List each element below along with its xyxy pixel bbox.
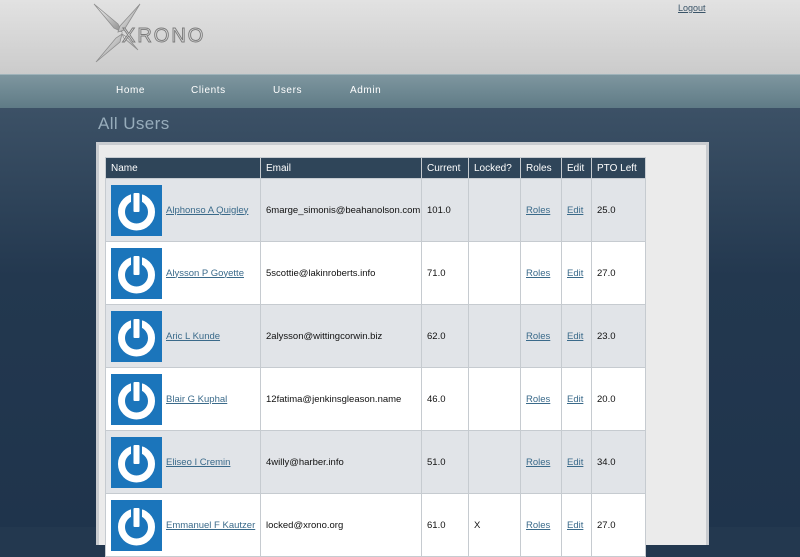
edit-link[interactable]: Edit: [567, 331, 583, 342]
col-roles: Roles: [520, 157, 562, 179]
pto-left-cell: 34.0: [591, 430, 646, 494]
col-current: Current: [421, 157, 469, 179]
power-icon: [118, 253, 155, 293]
col-pto-left: PTO Left: [591, 157, 646, 179]
col-locked: Locked?: [468, 157, 521, 179]
locked-cell: [468, 367, 521, 431]
roles-cell: Roles: [520, 430, 562, 494]
edit-link[interactable]: Edit: [567, 457, 583, 468]
table-row: Aric L Kunde 2alysson@wittingcorwin.biz 62…: [105, 304, 646, 368]
name-cell: Blair G Kuphal: [105, 367, 261, 431]
name-cell: Eliseo I Cremin: [105, 430, 261, 494]
current-cell: 62.0: [421, 304, 469, 368]
email-cell: 6marge_simonis@beahanolson.com: [260, 178, 422, 242]
locked-cell: [468, 430, 521, 494]
edit-cell: Edit: [561, 241, 592, 305]
table-row: Emmanuel F Kautzer locked@xrono.org 61.0 X R…: [105, 493, 646, 557]
email-cell: 4willy@harber.info: [260, 430, 422, 494]
roles-cell: Roles: [520, 493, 562, 557]
current-cell: 101.0: [421, 178, 469, 242]
edit-link[interactable]: Edit: [567, 205, 583, 216]
edit-cell: Edit: [561, 178, 592, 242]
nav-users[interactable]: Users: [273, 85, 302, 96]
roles-cell: Roles: [520, 367, 562, 431]
current-cell: 71.0: [421, 241, 469, 305]
page-title: All Users: [98, 114, 170, 133]
avatar: [111, 499, 162, 551]
header: XRONO Logout: [0, 0, 800, 74]
avatar: [111, 184, 162, 236]
name-cell: Alysson P Goyette: [105, 241, 261, 305]
nav-home[interactable]: Home: [116, 85, 145, 96]
xrono-logo[interactable]: XRONO: [92, 2, 252, 64]
col-edit: Edit: [561, 157, 592, 179]
edit-link[interactable]: Edit: [567, 520, 583, 531]
email-cell: locked@xrono.org: [260, 493, 422, 557]
current-cell: 46.0: [421, 367, 469, 431]
power-icon: [118, 379, 155, 419]
edit-cell: Edit: [561, 304, 592, 368]
name-cell: Aric L Kunde: [105, 304, 261, 368]
pto-left-cell: 25.0: [591, 178, 646, 242]
pto-left-cell: 20.0: [591, 367, 646, 431]
table-row: Alysson P Goyette 5scottie@lakinroberts.i…: [105, 241, 646, 305]
name-cell: Emmanuel F Kautzer: [105, 493, 261, 557]
edit-cell: Edit: [561, 430, 592, 494]
avatar: [111, 247, 162, 299]
current-cell: 51.0: [421, 430, 469, 494]
nav-admin[interactable]: Admin: [350, 85, 381, 96]
table-row: Eliseo I Cremin 4willy@harber.info 51.0 Rol…: [105, 430, 646, 494]
email-cell: 5scottie@lakinroberts.info: [260, 241, 422, 305]
locked-cell: X: [468, 493, 521, 557]
power-icon: [118, 505, 155, 545]
user-name-link[interactable]: Blair G Kuphal: [166, 394, 227, 405]
table-row: Blair G Kuphal 12fatima@jenkinsgleason.na…: [105, 367, 646, 431]
roles-link[interactable]: Roles: [526, 205, 550, 216]
svg-text:XRONO: XRONO: [122, 25, 205, 47]
locked-cell: [468, 241, 521, 305]
power-icon: [118, 190, 155, 230]
table-row: Alphonso A Quigley 6marge_simonis@beahano…: [105, 178, 646, 242]
roles-cell: Roles: [520, 241, 562, 305]
user-name-link[interactable]: Aric L Kunde: [166, 331, 220, 342]
edit-link[interactable]: Edit: [567, 394, 583, 405]
pto-left-cell: 27.0: [591, 493, 646, 557]
pto-left-cell: 27.0: [591, 241, 646, 305]
name-cell: Alphonso A Quigley: [105, 178, 261, 242]
edit-link[interactable]: Edit: [567, 268, 583, 279]
power-icon: [118, 442, 155, 482]
roles-cell: Roles: [520, 178, 562, 242]
main-nav: Home Clients Users Admin: [0, 74, 800, 109]
user-name-link[interactable]: Alphonso A Quigley: [166, 205, 248, 216]
user-name-link[interactable]: Alysson P Goyette: [166, 268, 244, 279]
roles-cell: Roles: [520, 304, 562, 368]
logout-link[interactable]: Logout: [678, 3, 706, 13]
pto-left-cell: 23.0: [591, 304, 646, 368]
roles-link[interactable]: Roles: [526, 331, 550, 342]
roles-link[interactable]: Roles: [526, 520, 550, 531]
roles-link[interactable]: Roles: [526, 394, 550, 405]
table-header-row: Name Email Current Locked? Roles Edit PT…: [105, 157, 646, 179]
col-name: Name: [105, 157, 261, 179]
edit-cell: Edit: [561, 493, 592, 557]
roles-link[interactable]: Roles: [526, 457, 550, 468]
avatar: [111, 373, 162, 425]
email-cell: 2alysson@wittingcorwin.biz: [260, 304, 422, 368]
current-cell: 61.0: [421, 493, 469, 557]
edit-cell: Edit: [561, 367, 592, 431]
col-email: Email: [260, 157, 422, 179]
avatar: [111, 310, 162, 362]
locked-cell: [468, 304, 521, 368]
email-cell: 12fatima@jenkinsgleason.name: [260, 367, 422, 431]
avatar: [111, 436, 162, 488]
nav-clients[interactable]: Clients: [191, 85, 226, 96]
power-icon: [118, 316, 155, 356]
users-table: Name Email Current Locked? Roles Edit PT…: [105, 157, 646, 557]
locked-cell: [468, 178, 521, 242]
roles-link[interactable]: Roles: [526, 268, 550, 279]
user-name-link[interactable]: Eliseo I Cremin: [166, 457, 230, 468]
user-name-link[interactable]: Emmanuel F Kautzer: [166, 520, 255, 531]
